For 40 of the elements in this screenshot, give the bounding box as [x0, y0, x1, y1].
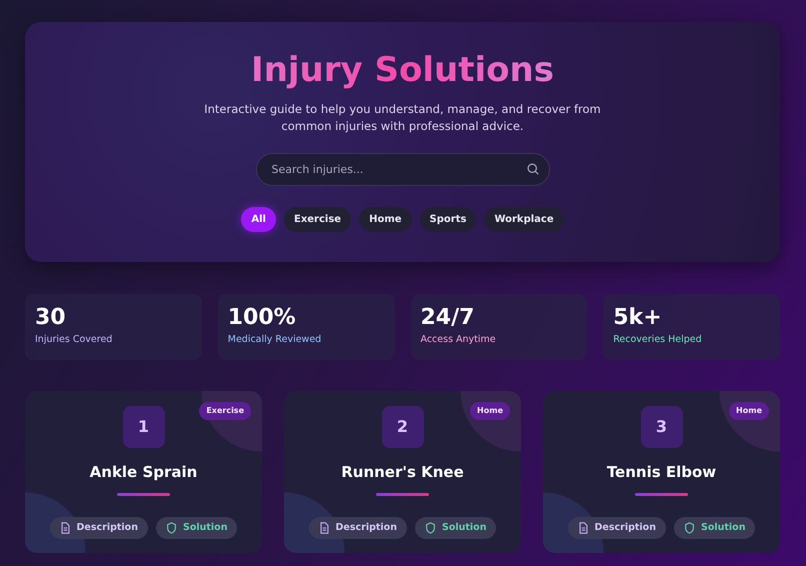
- description-button[interactable]: Description: [308, 517, 407, 540]
- number-badge: 3: [640, 406, 682, 448]
- search-field[interactable]: Search injuries...: [256, 153, 550, 186]
- shield-icon: [684, 522, 695, 534]
- document-icon: [578, 522, 589, 534]
- description-button[interactable]: Description: [50, 517, 148, 540]
- stat-label: Access Anytime: [420, 333, 497, 348]
- injury-title: Runner's Knee: [340, 462, 465, 483]
- subtitle: Interactive guide to help you understand, manage, and recover from common injuries with professional advice.: [203, 100, 602, 136]
- filter-chip[interactable]: Home: [359, 207, 412, 232]
- document-icon: [318, 522, 330, 534]
- injury-title: Ankle Sprain: [88, 462, 198, 483]
- solution-button[interactable]: Solution: [414, 517, 496, 540]
- accent-line: [376, 493, 429, 496]
- stat-label: Medically Reviewed: [228, 333, 322, 348]
- search-icon: [526, 163, 538, 176]
- description-button[interactable]: Description: [568, 517, 666, 540]
- filter-chip[interactable]: Workplace: [484, 207, 564, 232]
- stat-value: 100%: [228, 306, 297, 330]
- shield-icon: [166, 522, 177, 534]
- injury-title: Tennis Elbow: [606, 462, 718, 483]
- filter-chip[interactable]: Sports: [420, 207, 476, 232]
- document-icon: [60, 522, 71, 534]
- stat-label: Recoveries Helped: [613, 333, 703, 348]
- shield-icon: [424, 522, 436, 534]
- solution-button[interactable]: Solution: [156, 517, 238, 540]
- category-tag: Home: [470, 402, 510, 420]
- category-tag: Home: [729, 402, 769, 420]
- number-badge: 1: [122, 406, 164, 448]
- solution-button[interactable]: Solution: [674, 517, 756, 540]
- stat-value: 24/7: [420, 306, 476, 330]
- stat-value: 5k+: [613, 306, 663, 330]
- number-badge: 2: [382, 406, 424, 448]
- accent-line: [635, 493, 688, 496]
- category-tag: Exercise: [199, 402, 251, 420]
- stat-label: Injuries Covered: [35, 333, 114, 348]
- stat-value: 30: [35, 306, 67, 330]
- filter-chip[interactable]: All: [241, 207, 276, 232]
- accent-line: [117, 493, 170, 496]
- filter-chip[interactable]: Exercise: [284, 207, 352, 232]
